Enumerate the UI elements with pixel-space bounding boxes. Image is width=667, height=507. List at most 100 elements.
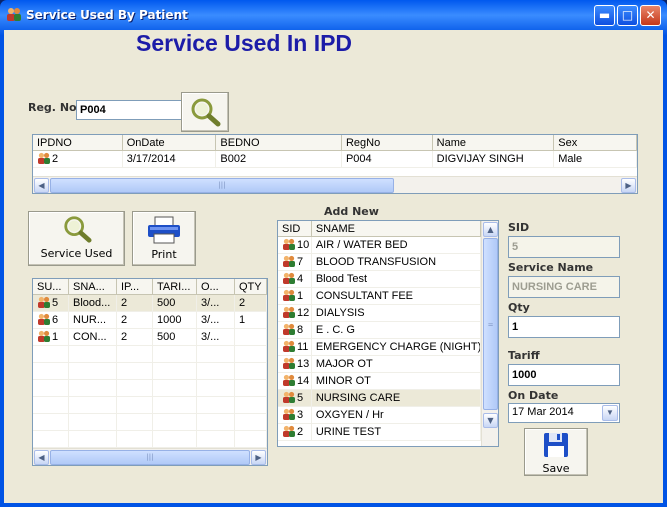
tariff-field[interactable] xyxy=(508,364,620,386)
table-row[interactable]: 4 Blood Test xyxy=(278,271,481,288)
cell-text: CONSULTANT FEE xyxy=(315,290,414,302)
maximize-button[interactable]: □ xyxy=(617,5,638,26)
table-row[interactable]: 2 URINE TEST xyxy=(278,424,481,441)
column-header[interactable]: SU... xyxy=(33,279,69,294)
table-row[interactable] xyxy=(33,397,267,414)
table-row[interactable]: 5 Blood... 2 500 3/... 2 xyxy=(33,295,267,312)
table-cell xyxy=(117,397,153,413)
table-row[interactable]: 14 MINOR OT xyxy=(278,373,481,390)
ipd-grid[interactable]: IPDNO OnDate BEDNO RegNo Name Sex 2 3/17/2014 B… xyxy=(32,134,638,194)
print-button[interactable]: Print xyxy=(132,211,196,266)
table-cell: 2 xyxy=(117,329,153,345)
table-row[interactable]: 1 CON... 2 500 3/... xyxy=(33,329,267,346)
table-cell xyxy=(235,414,267,430)
scroll-right-icon[interactable]: ▶ xyxy=(621,178,636,193)
table-row[interactable]: 2 3/17/2014 B002 P004 DIGVIJAY SINGH Male xyxy=(33,151,637,168)
table-row[interactable] xyxy=(33,380,267,397)
table-row[interactable]: 7 BLOOD TRANSFUSION xyxy=(278,254,481,271)
cell-text: Blood Test xyxy=(315,273,368,285)
ipd-grid-body: 2 3/17/2014 B002 P004 DIGVIJAY SINGH Male xyxy=(33,151,637,168)
cell-text: 3/... xyxy=(201,297,220,309)
service-used-button[interactable]: Service Used xyxy=(28,211,125,266)
table-cell: 11 xyxy=(278,339,312,355)
table-row[interactable] xyxy=(33,414,267,431)
reg-no-input[interactable] xyxy=(76,100,182,120)
column-header[interactable]: IP... xyxy=(117,279,153,294)
table-row[interactable]: 8 E . C. G xyxy=(278,322,481,339)
table-row[interactable]: 1 CONSULTANT FEE xyxy=(278,288,481,305)
table-cell: MINOR OT xyxy=(312,373,481,389)
scroll-thumb[interactable]: ||| xyxy=(50,178,394,193)
chevron-down-icon[interactable]: ▼ xyxy=(602,405,618,421)
table-cell: 3 xyxy=(278,407,312,423)
table-cell: 2 xyxy=(278,424,312,440)
scroll-up-icon[interactable]: ▲ xyxy=(483,222,498,237)
patients-icon xyxy=(7,8,21,21)
table-row[interactable]: 13 MAJOR OT xyxy=(278,356,481,373)
minimize-button[interactable]: ▬ xyxy=(594,5,615,26)
column-header[interactable]: SID xyxy=(278,221,312,236)
table-row[interactable]: 5 NURSING CARE xyxy=(278,390,481,407)
service-name-field[interactable] xyxy=(508,276,620,298)
services-used-grid[interactable]: SU... SNA... IP... TARI... O... QTY 5 Blood...… xyxy=(32,278,268,466)
add-new-vscrollbar[interactable]: ▲ = ▼ xyxy=(481,221,498,446)
table-cell xyxy=(117,431,153,447)
column-header[interactable]: RegNo xyxy=(342,135,433,150)
on-date-picker[interactable]: 17 Mar 2014 ▼ xyxy=(508,403,620,423)
table-cell xyxy=(69,380,117,396)
cell-text: AIR / WATER BED xyxy=(315,239,408,251)
service-name-label: Service Name xyxy=(508,261,594,274)
column-header[interactable]: IPDNO xyxy=(33,135,123,150)
table-cell xyxy=(33,397,69,413)
printer-icon xyxy=(148,216,180,244)
column-header[interactable]: SNAME xyxy=(312,221,481,236)
qty-field[interactable] xyxy=(508,316,620,338)
column-header[interactable]: Sex xyxy=(554,135,637,150)
save-button[interactable]: Save xyxy=(524,428,588,476)
column-header[interactable]: SNA... xyxy=(69,279,117,294)
table-row[interactable]: 3 OXGYEN / Hr xyxy=(278,407,481,424)
table-cell: 14 xyxy=(278,373,312,389)
scroll-right-icon[interactable]: ▶ xyxy=(251,450,266,465)
cell-text: 2 xyxy=(297,426,304,438)
patient-icon xyxy=(282,289,297,302)
table-cell: 4 xyxy=(278,271,312,287)
table-row[interactable]: 6 NUR... 2 1000 3/... 1 xyxy=(33,312,267,329)
table-cell: 6 xyxy=(33,312,69,328)
cell-text: DIGVIJAY SINGH xyxy=(436,153,524,165)
table-row[interactable] xyxy=(33,431,267,448)
table-row[interactable]: 12 DIALYSIS xyxy=(278,305,481,322)
column-header[interactable]: BEDNO xyxy=(216,135,342,150)
table-row[interactable] xyxy=(33,346,267,363)
table-cell: 1 xyxy=(33,329,69,345)
table-cell: URINE TEST xyxy=(312,424,481,440)
column-header[interactable]: QTY xyxy=(235,279,267,294)
services-used-body: 5 Blood... 2 500 3/... 2 6 NUR... 2 1000 3/... 1 1 CO… xyxy=(33,295,267,448)
scroll-down-icon[interactable]: ▼ xyxy=(483,413,498,428)
table-row[interactable]: 11 EMERGENCY CHARGE (NIGHT) xyxy=(278,339,481,356)
tariff-label: Tariff xyxy=(508,349,540,362)
scroll-thumb[interactable]: ||| xyxy=(50,450,250,465)
table-cell xyxy=(33,363,69,379)
qty-label: Qty xyxy=(508,301,530,314)
search-button[interactable] xyxy=(181,92,229,132)
column-header[interactable]: TARI... xyxy=(153,279,197,294)
ipd-hscrollbar[interactable]: ◀ ||| ▶ xyxy=(33,176,637,193)
scroll-thumb[interactable]: = xyxy=(483,238,498,410)
table-cell: 3/17/2014 xyxy=(123,151,217,167)
column-header[interactable]: Name xyxy=(433,135,555,150)
patient-icon xyxy=(282,374,297,387)
table-row[interactable] xyxy=(33,363,267,380)
column-header[interactable]: OnDate xyxy=(123,135,217,150)
scroll-left-icon[interactable]: ◀ xyxy=(34,178,49,193)
table-row[interactable]: 10 AIR / WATER BED xyxy=(278,237,481,254)
scroll-left-icon[interactable]: ◀ xyxy=(34,450,49,465)
column-header[interactable]: O... xyxy=(197,279,235,294)
sid-field[interactable] xyxy=(508,236,620,258)
table-cell: CONSULTANT FEE xyxy=(312,288,481,304)
close-button[interactable]: ✕ xyxy=(640,5,661,26)
cell-text: 6 xyxy=(52,314,59,326)
table-cell xyxy=(235,329,267,345)
add-new-grid[interactable]: SID SNAME 10 AIR / WATER BED 7 BLOOD TRANSFU… xyxy=(277,220,499,447)
used-hscrollbar[interactable]: ◀ ||| ▶ xyxy=(33,448,267,465)
